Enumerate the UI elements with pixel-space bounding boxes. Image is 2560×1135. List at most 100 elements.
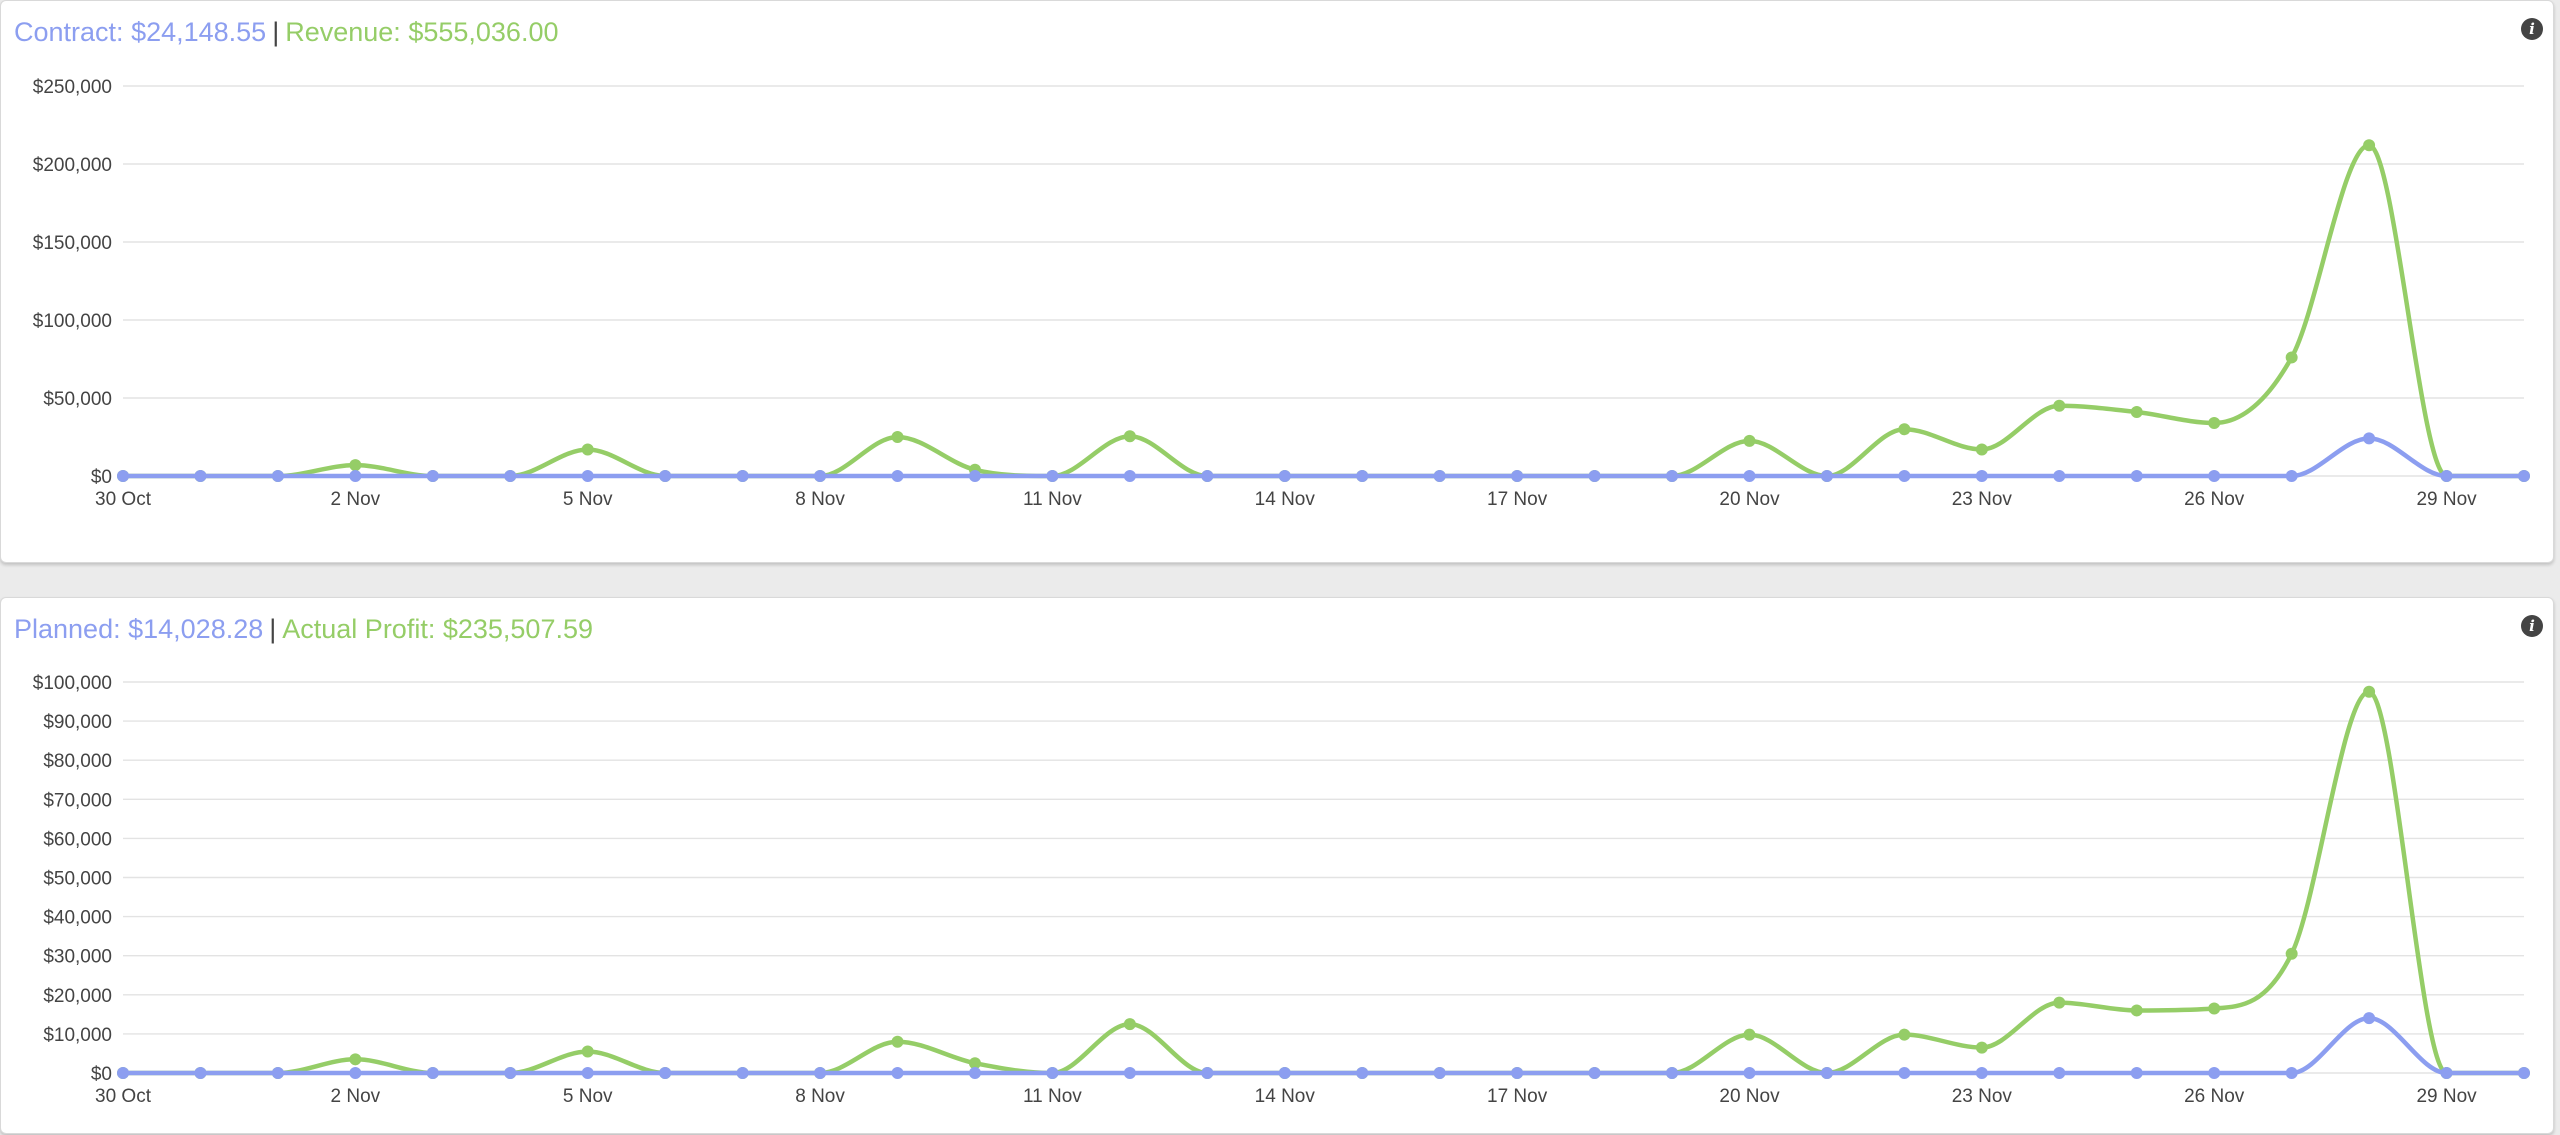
data-point[interactable]	[2518, 470, 2530, 482]
data-point[interactable]	[194, 1067, 207, 1079]
x-tick-label: 29 Nov	[2416, 1086, 2477, 1107]
x-tick-label: 5 Nov	[563, 1086, 613, 1107]
data-point[interactable]	[2363, 685, 2376, 698]
data-point[interactable]	[1046, 1067, 1059, 1079]
data-point[interactable]	[1975, 443, 1988, 456]
data-point[interactable]	[504, 1067, 517, 1079]
y-tick-label: $0	[91, 467, 112, 488]
x-tick-label: 8 Nov	[795, 1086, 845, 1107]
y-tick-label: $40,000	[43, 908, 112, 929]
data-point[interactable]	[1898, 1067, 1911, 1079]
series-line	[120, 1015, 2527, 1076]
data-point[interactable]	[1123, 430, 1136, 443]
data-point[interactable]	[1743, 434, 1756, 447]
data-point[interactable]	[736, 470, 749, 482]
data-point[interactable]	[2130, 470, 2143, 482]
data-point[interactable]	[1898, 423, 1911, 436]
data-point[interactable]	[349, 1053, 362, 1066]
data-point[interactable]	[1511, 1067, 1524, 1079]
data-point[interactable]	[2440, 1067, 2453, 1079]
data-point[interactable]	[2130, 406, 2143, 419]
data-point[interactable]	[1123, 1067, 1136, 1079]
data-point[interactable]	[891, 470, 904, 482]
data-point[interactable]	[581, 443, 594, 456]
data-point[interactable]	[891, 1067, 904, 1079]
data-point[interactable]	[2208, 1067, 2221, 1079]
y-tick-label: $50,000	[43, 869, 112, 890]
data-point[interactable]	[1743, 1067, 1756, 1079]
data-point[interactable]	[1975, 1041, 1988, 1054]
data-point[interactable]	[2053, 470, 2066, 482]
data-point[interactable]	[1975, 470, 1988, 482]
data-point[interactable]	[349, 470, 362, 482]
data-point[interactable]	[349, 1067, 362, 1079]
data-point[interactable]	[1588, 470, 1601, 482]
data-point[interactable]	[659, 1067, 672, 1079]
data-point[interactable]	[2518, 1067, 2530, 1079]
data-point[interactable]	[1201, 1067, 1214, 1079]
data-point[interactable]	[814, 1067, 827, 1079]
data-point[interactable]	[1511, 470, 1524, 482]
data-point[interactable]	[504, 470, 517, 482]
x-tick-label: 30 Oct	[95, 489, 152, 510]
data-point[interactable]	[1820, 470, 1833, 482]
data-point[interactable]	[2285, 351, 2298, 364]
data-point[interactable]	[2208, 470, 2221, 482]
data-point[interactable]	[349, 459, 362, 472]
data-point[interactable]	[736, 1067, 749, 1079]
data-point[interactable]	[1356, 1067, 1369, 1079]
data-point[interactable]	[1975, 1067, 1988, 1079]
data-point[interactable]	[814, 470, 827, 482]
data-point[interactable]	[581, 1045, 594, 1058]
data-point[interactable]	[2053, 996, 2066, 1009]
data-point[interactable]	[1433, 1067, 1446, 1079]
data-point[interactable]	[1898, 470, 1911, 482]
data-point[interactable]	[1123, 470, 1136, 482]
data-point[interactable]	[2285, 470, 2298, 482]
data-point[interactable]	[2208, 416, 2221, 429]
data-point[interactable]	[117, 470, 129, 482]
data-point[interactable]	[271, 1067, 284, 1079]
data-point[interactable]	[968, 1067, 981, 1079]
data-point[interactable]	[1046, 470, 1059, 482]
data-point[interactable]	[581, 1067, 594, 1079]
data-point[interactable]	[581, 470, 594, 482]
data-point[interactable]	[2208, 1002, 2221, 1015]
data-point[interactable]	[2440, 470, 2453, 482]
data-point[interactable]	[1820, 1067, 1833, 1079]
data-point[interactable]	[659, 470, 672, 482]
data-point[interactable]	[1123, 1018, 1136, 1031]
y-tick-label: $60,000	[43, 829, 112, 850]
data-point[interactable]	[1278, 470, 1291, 482]
data-point[interactable]	[1743, 1028, 1756, 1041]
data-point[interactable]	[1743, 470, 1756, 482]
data-point[interactable]	[1356, 470, 1369, 482]
data-point[interactable]	[2363, 1012, 2376, 1025]
data-point[interactable]	[2053, 1067, 2066, 1079]
data-point[interactable]	[2053, 399, 2066, 412]
data-point[interactable]	[891, 431, 904, 443]
data-point[interactable]	[2285, 947, 2298, 960]
data-point[interactable]	[1898, 1028, 1911, 1041]
data-point[interactable]	[1666, 1067, 1679, 1079]
data-point[interactable]	[968, 470, 981, 482]
data-point[interactable]	[891, 1035, 904, 1048]
data-point[interactable]	[2285, 1067, 2298, 1079]
data-point[interactable]	[2130, 1067, 2143, 1079]
data-point[interactable]	[1201, 470, 1214, 482]
y-tick-label: $70,000	[43, 790, 112, 811]
data-point[interactable]	[117, 1067, 129, 1079]
data-point[interactable]	[426, 470, 439, 482]
data-point[interactable]	[2363, 432, 2376, 445]
data-point[interactable]	[1666, 470, 1679, 482]
data-point[interactable]	[1278, 1067, 1291, 1079]
data-point[interactable]	[1588, 1067, 1601, 1079]
data-point[interactable]	[1433, 470, 1446, 482]
data-point[interactable]	[426, 1067, 439, 1079]
data-point[interactable]	[194, 470, 207, 482]
x-tick-label: 26 Nov	[2184, 489, 2245, 510]
data-point[interactable]	[271, 470, 284, 482]
data-point[interactable]	[2130, 1004, 2143, 1017]
series-contract	[117, 432, 2530, 482]
data-point[interactable]	[2363, 139, 2376, 152]
